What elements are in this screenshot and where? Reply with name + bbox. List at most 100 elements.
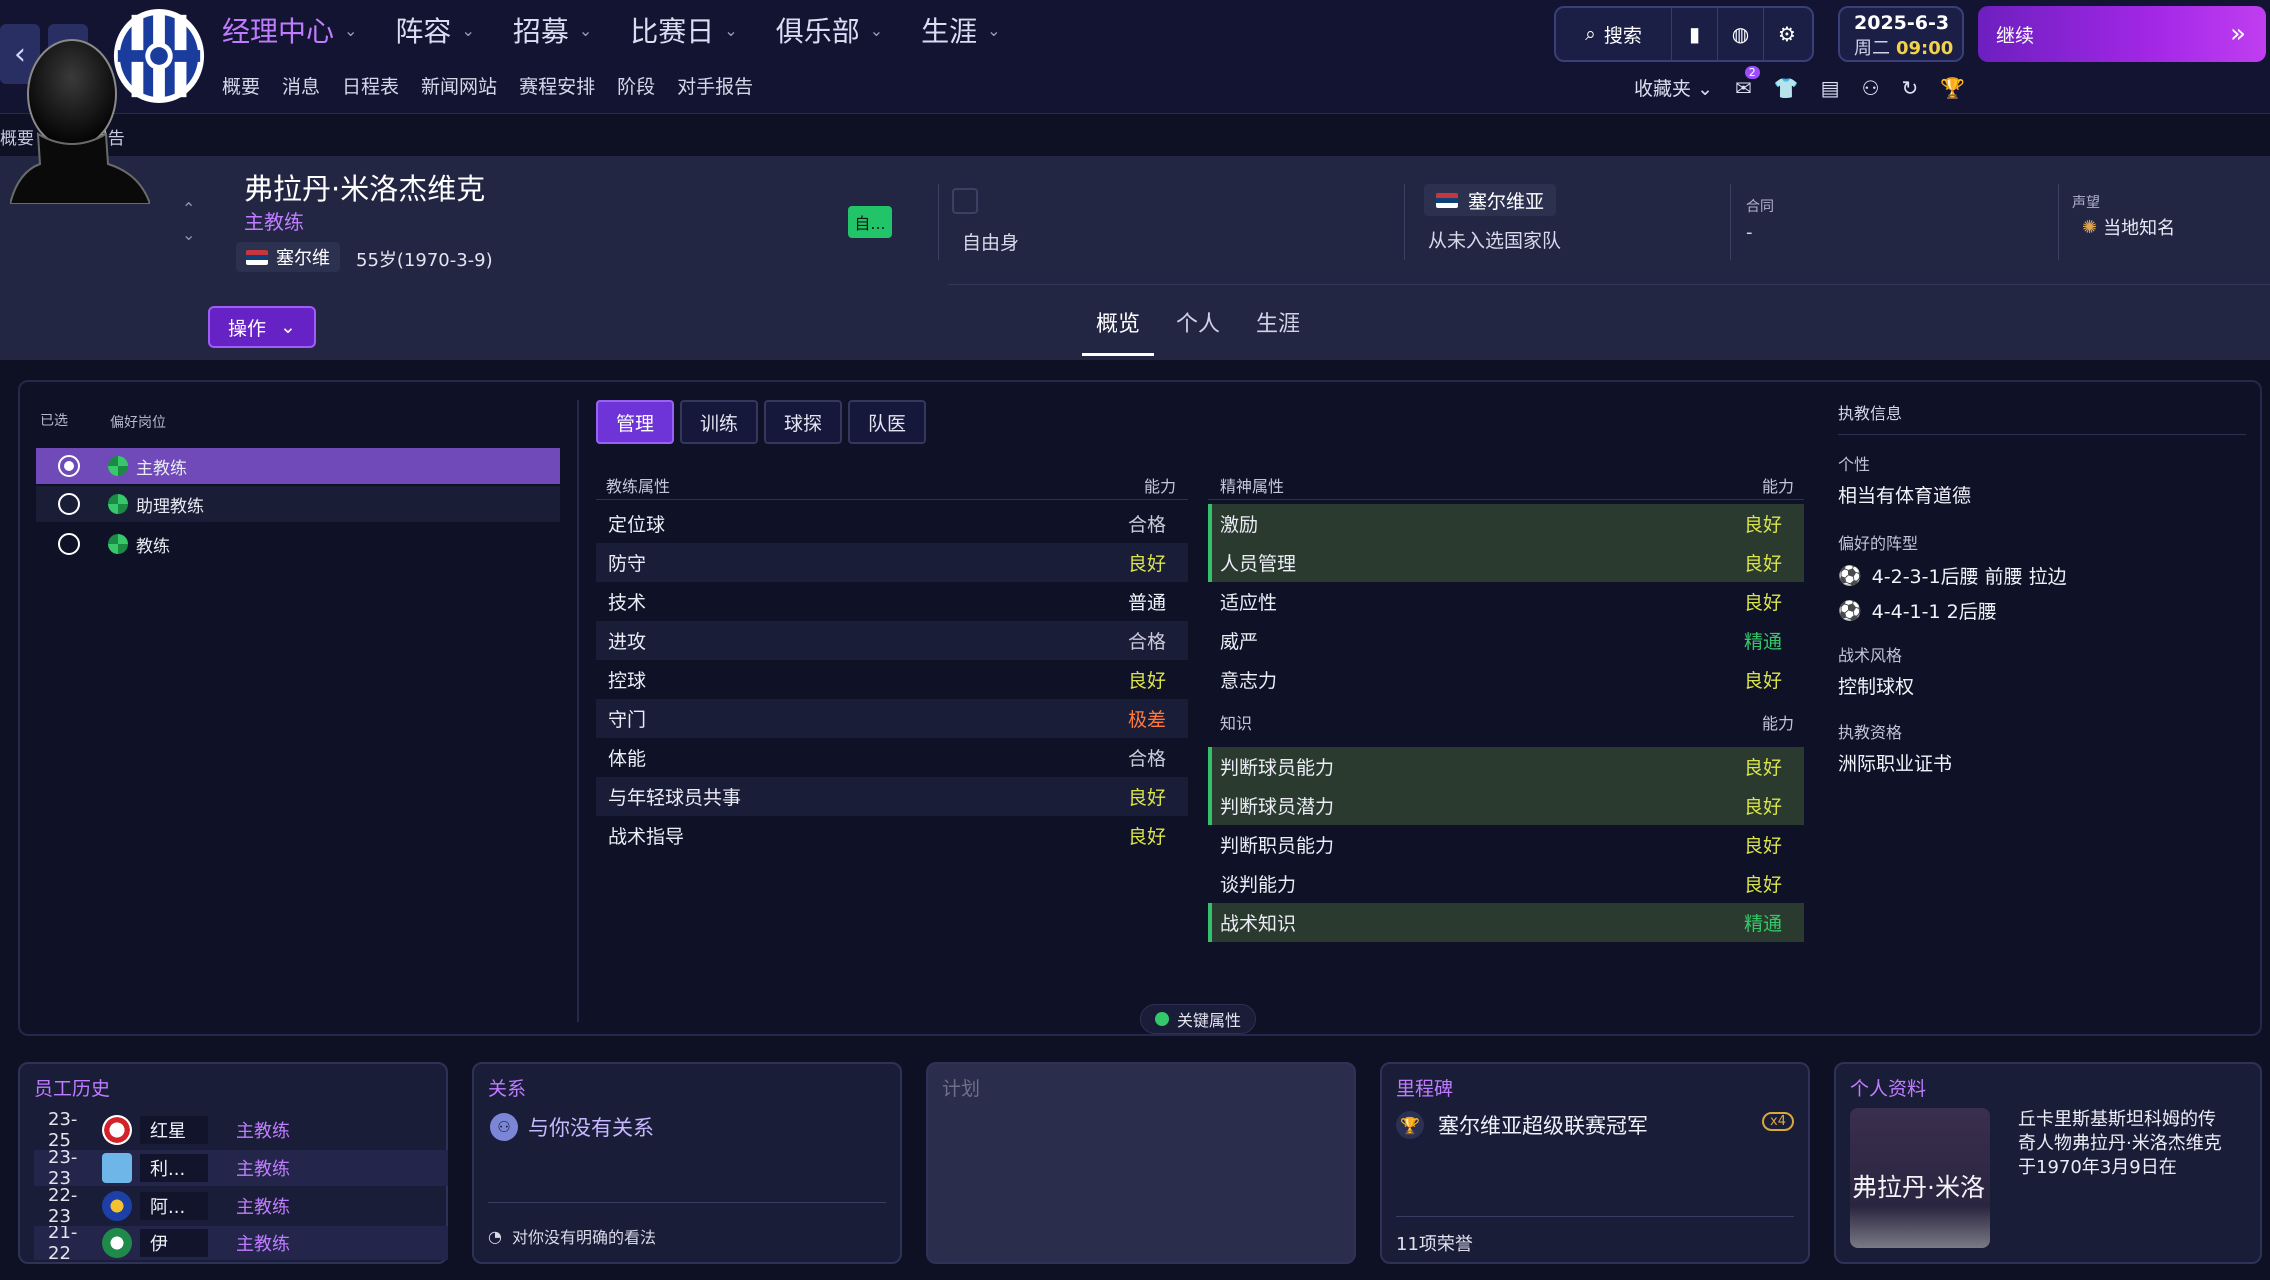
history-years: 21-22 (48, 1226, 78, 1260)
current-time: 09:00 (1896, 38, 1954, 59)
divider (1396, 1216, 1794, 1217)
attribute-row[interactable]: 威严 精通 (1208, 621, 1804, 660)
chat-icon[interactable]: ✉ 2 (1735, 65, 1760, 100)
attribute-row[interactable]: 守门 极差 (596, 699, 1188, 738)
formation-item[interactable]: ⚽ 4-4-1-1 2后腰 (1838, 597, 2246, 624)
position-row[interactable]: 助理教练 (36, 486, 560, 522)
double-chevron-right-icon: » (2230, 19, 2246, 49)
radio-button[interactable] (58, 455, 80, 477)
tab-scouting[interactable]: 球探 (764, 400, 843, 444)
history-role: 主教练 (236, 1234, 290, 1255)
subnav-messages[interactable]: 消息 (282, 72, 320, 99)
attribute-row[interactable]: 技术 普通 (596, 582, 1188, 621)
nav-club[interactable]: 俱乐部 ⌄ (776, 10, 883, 50)
status-badge[interactable]: 自... (848, 206, 892, 238)
mental-attributes: 精神属性 能力 激励 良好 人员管理 良好 适应性 良好 威严 精通 意志力 良好 知识 能力 判… (1208, 470, 1804, 942)
gear-icon[interactable]: ⚙ (1764, 8, 1810, 60)
tab-personal[interactable]: 个人 (1176, 306, 1220, 338)
nation-chip[interactable]: 塞尔维亚 (1424, 184, 1557, 216)
position-row[interactable]: 主教练 (36, 448, 560, 484)
actions-button[interactable]: 操作 ⌄ (208, 306, 316, 348)
subnav-overview[interactable]: 概要 (222, 72, 260, 99)
plan-card[interactable]: 计划 (926, 1062, 1356, 1264)
coach-info-title: 执教信息 (1838, 400, 2246, 435)
attribute-row[interactable]: 适应性 良好 (1208, 582, 1804, 621)
search-button[interactable]: ⌕ 搜索 (1556, 8, 1672, 60)
subnav-opponent-report[interactable]: 对手报告 (677, 72, 753, 99)
radio-button[interactable] (58, 533, 80, 555)
chevron-down-icon: ⌄ (280, 316, 296, 338)
prev-next-arrows[interactable]: ⌃ ⌄ (182, 196, 195, 248)
shirt-icon[interactable]: 👕 (1774, 76, 1799, 100)
refresh-icon[interactable]: ↻ (1902, 76, 1919, 100)
attribute-row[interactable]: 谈判能力 良好 (1208, 864, 1804, 903)
actions-label: 操作 (228, 317, 267, 340)
formation-item[interactable]: ⚽ 4-2-3-1后腰 前腰 拉边 (1838, 562, 2246, 589)
staff-history-card[interactable]: 员工历史 23-25 红星 主教练 23-23 利... 主教练 22-23 阿… (18, 1062, 448, 1264)
history-row[interactable]: 23-25 红星 主教练 (34, 1109, 448, 1151)
card-title: 关系 (488, 1078, 527, 1100)
trophy-icon[interactable]: 🏆 (1940, 76, 1965, 100)
serbia-flag-icon (246, 249, 268, 265)
attribute-row[interactable]: 体能 合格 (596, 738, 1188, 777)
attribute-row[interactable]: 意志力 良好 (1208, 660, 1804, 699)
license-value: 洲际职业证书 (1838, 753, 1953, 775)
attribute-row[interactable]: 人员管理 良好 (1208, 543, 1804, 582)
attribute-level: 良好 (1127, 553, 1166, 575)
tab-training[interactable]: 训练 (680, 400, 759, 444)
radio-button[interactable] (58, 493, 80, 515)
nav-squad[interactable]: 阵容 ⌄ (395, 10, 474, 50)
continue-button[interactable]: 继续 » (1978, 6, 2266, 62)
nav-recruit[interactable]: 招募 ⌄ (513, 10, 592, 50)
attribute-name: 防守 (608, 553, 647, 575)
attribute-row[interactable]: 进攻 合格 (596, 621, 1188, 660)
attribute-row[interactable]: 控球 良好 (596, 660, 1188, 699)
coach-info-panel: 执教信息 个性 相当有体育道德 偏好的阵型 ⚽ 4-2-3-1后腰 前腰 拉边 ⚽… (1838, 400, 2246, 776)
attribute-row[interactable]: 战术知识 精通 (1208, 903, 1804, 942)
nav-manager-center[interactable]: 经理中心 ⌄ (222, 10, 357, 50)
history-club: 红星 (140, 1116, 208, 1144)
relation-status: ⚇ 与你没有关系 (490, 1112, 654, 1142)
profile-bio-card[interactable]: 个人资料 弗拉丹·米洛 丘卡里斯基斯坦科姆的传奇人物弗拉丹·米洛杰维克于1970… (1834, 1062, 2262, 1264)
favorites-dropdown[interactable]: 收藏夹 ⌄ (1634, 74, 1713, 101)
attribute-row[interactable]: 激励 良好 (1208, 504, 1804, 543)
avatar (10, 39, 150, 204)
history-row[interactable]: 23-23 利... 主教练 (34, 1147, 448, 1189)
attribute-row[interactable]: 判断职员能力 良好 (1208, 825, 1804, 864)
tab-overview[interactable]: 概览 (1081, 306, 1155, 356)
tab-management[interactable]: 管理 (596, 400, 675, 444)
attribute-row[interactable]: 判断球员能力 良好 (1208, 747, 1804, 786)
people-icon[interactable]: ⚇ (1862, 76, 1880, 100)
subnav-news[interactable]: 新闻网站 (421, 72, 497, 99)
subnav-calendar[interactable]: 日程表 (342, 72, 399, 99)
chevron-down-icon: ⌄ (344, 20, 358, 40)
bookmark-icon[interactable]: ▮ (1672, 8, 1718, 60)
nav-career[interactable]: 生涯 ⌄ (921, 10, 1000, 50)
subnav-fixtures[interactable]: 赛程安排 (519, 72, 595, 99)
attribute-row[interactable]: 定位球 合格 (596, 504, 1188, 543)
history-club: 阿... (140, 1192, 208, 1220)
globe-icon[interactable]: ◍ (1718, 8, 1764, 60)
nav-matchday[interactable]: 比赛日 ⌄ (630, 10, 737, 50)
tab-career[interactable]: 生涯 (1256, 306, 1300, 338)
attribute-row[interactable]: 防守 良好 (596, 543, 1188, 582)
milestones-card[interactable]: 里程碑 🏆 塞尔维亚超级联赛冠军 x4 11项荣誉 (1380, 1062, 1810, 1264)
club-crest-icon (102, 1153, 132, 1183)
subnav-stage[interactable]: 阶段 (617, 72, 655, 99)
tab-medical[interactable]: 队医 (848, 400, 927, 444)
position-row[interactable]: 教练 (36, 526, 560, 562)
clipboard-icon[interactable]: ▤ (1821, 76, 1840, 100)
attribute-row[interactable]: 判断球员潜力 良好 (1208, 786, 1804, 825)
attribute-row[interactable]: 战术指导 良好 (596, 816, 1188, 855)
relationships-card[interactable]: 关系 ⚇ 与你没有关系 ◔ 对你没有明确的看法 (472, 1062, 902, 1264)
history-row[interactable]: 21-22 伊 主教练 (34, 1226, 448, 1260)
clock-icon: ◔ (488, 1226, 502, 1246)
date-display[interactable]: 2025-6-3 周二 09:00 (1838, 6, 1964, 62)
history-row[interactable]: 22-23 阿... 主教练 (34, 1185, 448, 1227)
key-attributes-legend[interactable]: 关键属性 (1140, 1004, 1257, 1034)
nationality-chip[interactable]: 塞尔维 (236, 242, 340, 272)
attribute-row[interactable]: 与年轻球员共事 良好 (596, 777, 1188, 816)
card-title: 里程碑 (1396, 1078, 1454, 1100)
sub-nav: 概要 消息 日程表 新闻网站 赛程安排 阶段 对手报告 (222, 72, 753, 99)
staff-name: 弗拉丹·米洛杰维克 (244, 172, 486, 206)
